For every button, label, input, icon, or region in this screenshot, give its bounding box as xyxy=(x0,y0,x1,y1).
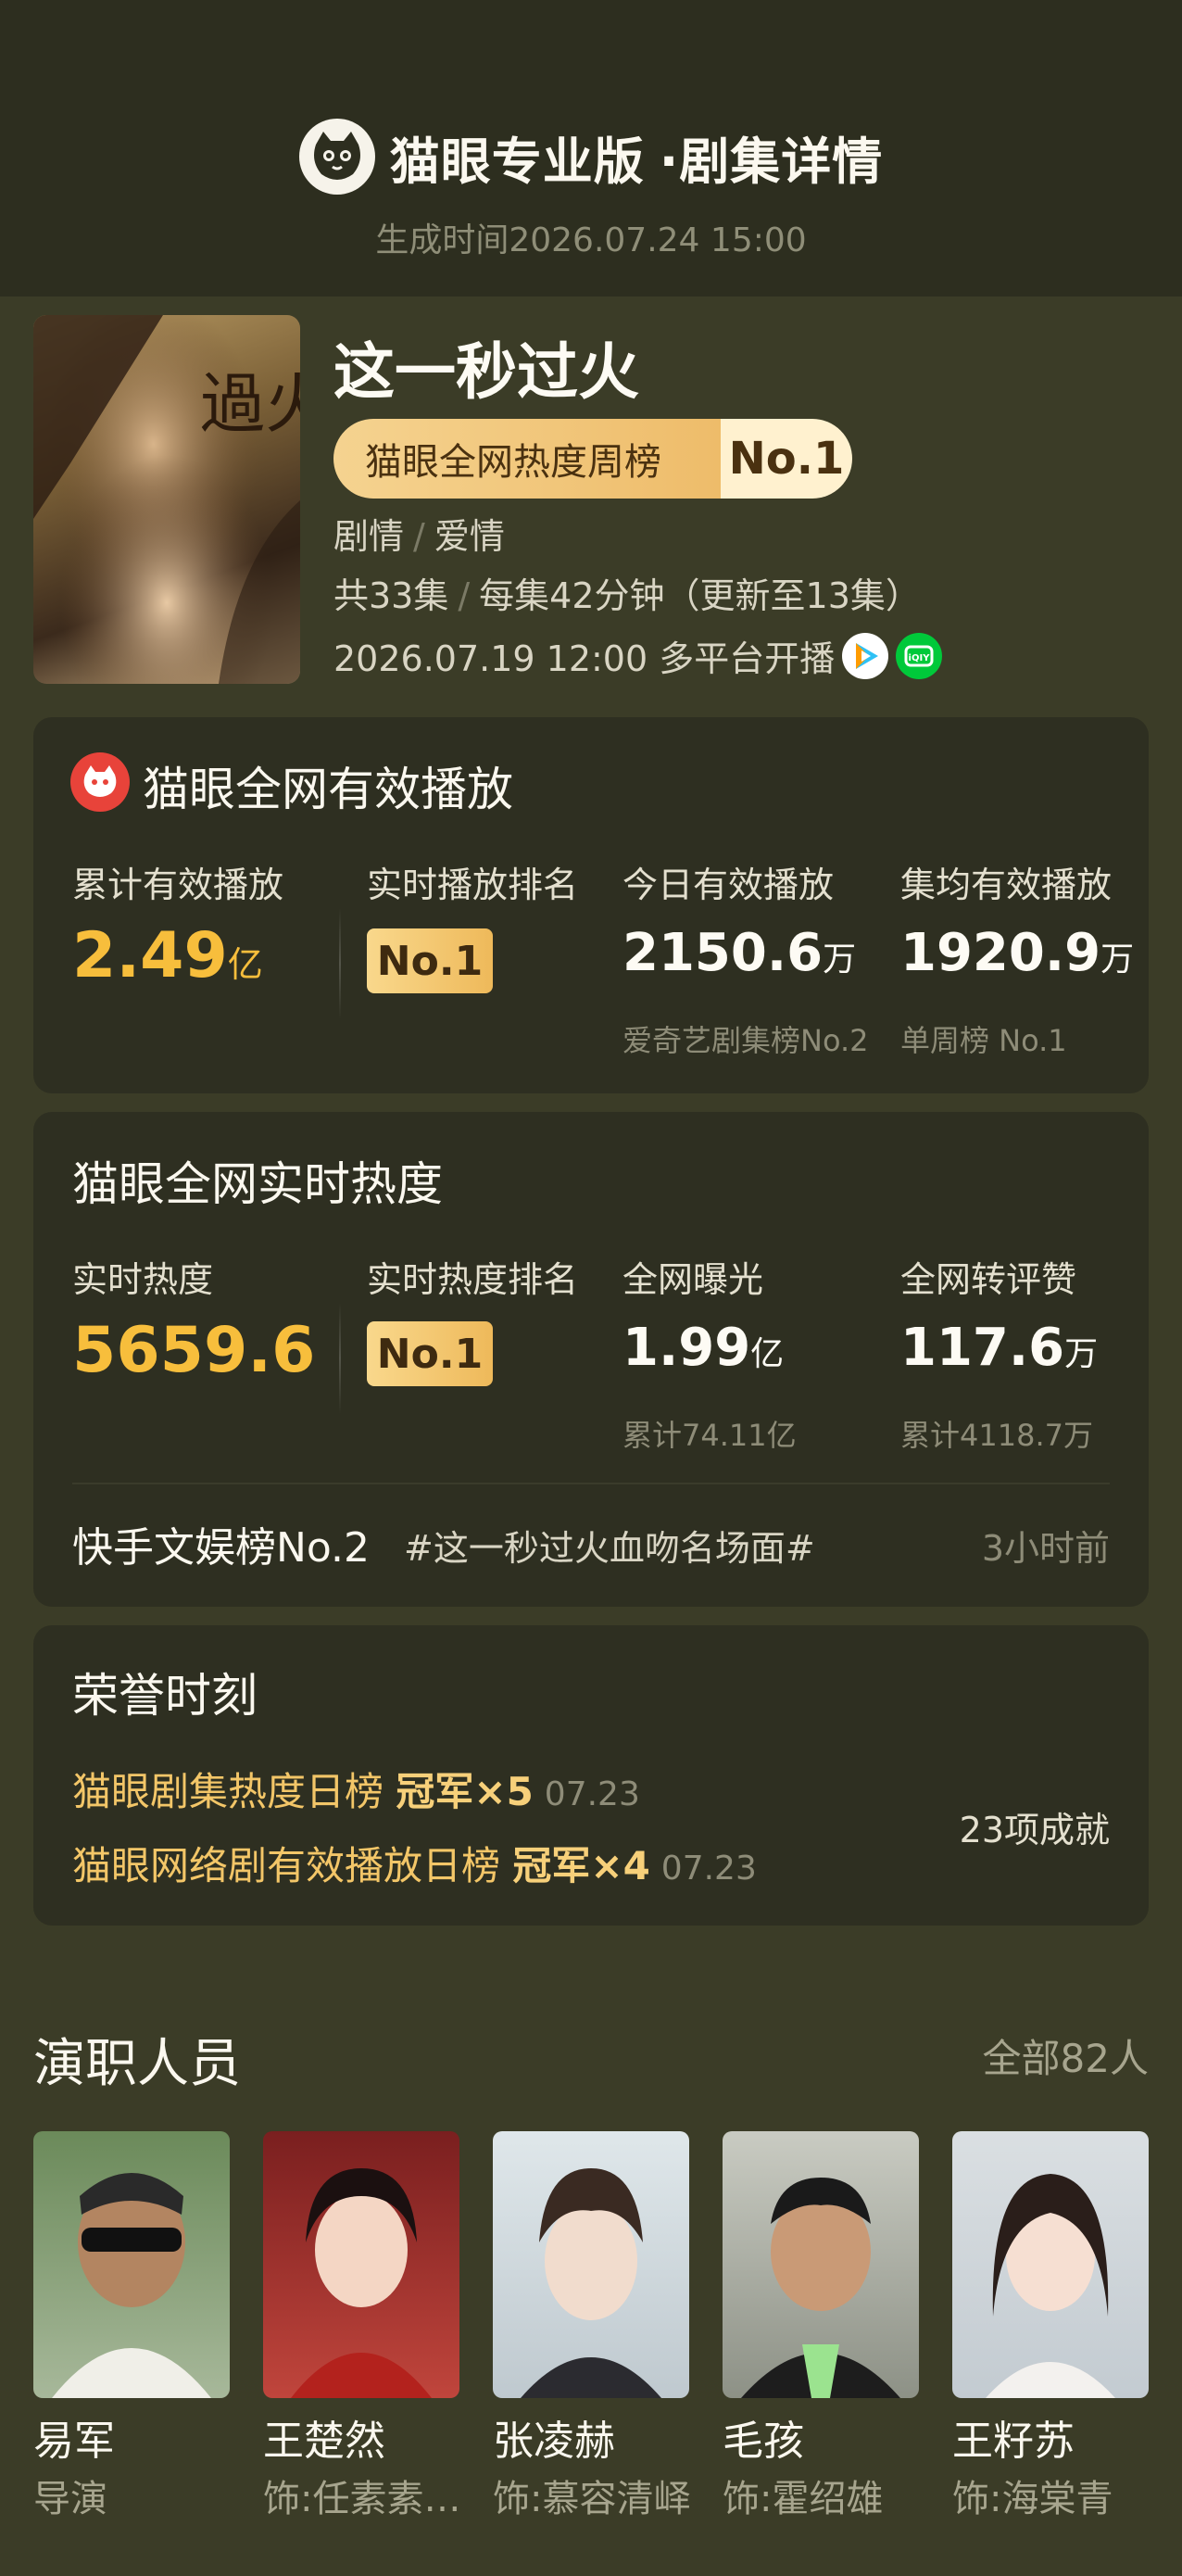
separator: / xyxy=(413,516,425,557)
today-value: 2150.6万 xyxy=(622,923,857,983)
today-label: 今日有效播放 xyxy=(622,865,835,905)
cumulative-value: 2.49亿 xyxy=(72,919,263,992)
episode-length: 每集42分钟（更新至13集） xyxy=(479,575,921,616)
genre-tag: 爱情 xyxy=(434,516,505,557)
avatar[interactable] xyxy=(263,2131,459,2398)
engagement-sub: 累计4118.7万 xyxy=(900,1418,1093,1453)
show-title: 这一秒过火 xyxy=(333,336,639,408)
cast-role: 饰:慕容清峄 xyxy=(493,2478,691,2520)
show-poster[interactable]: 過火 xyxy=(33,315,300,684)
cumulative-label: 累计有效播放 xyxy=(72,865,284,905)
engagement-value: 117.6万 xyxy=(900,1318,1099,1378)
premiere-info: 2026.07.19 12:00 多平台开播 iQIY xyxy=(333,630,943,681)
avg-label: 集均有效播放 xyxy=(900,865,1113,905)
exposure-sub: 累计74.11亿 xyxy=(622,1418,797,1453)
news-topic[interactable]: #这一秒过火血吻名场面# xyxy=(404,1520,815,1571)
honor-item: 猫眼网络剧有效播放日榜 冠军×4 07.23 xyxy=(72,1843,757,1888)
avatar[interactable] xyxy=(33,2131,230,2398)
cast-role: 饰:任素素/... xyxy=(263,2478,467,2520)
svg-text:iQIY: iQIY xyxy=(909,653,931,663)
brand-row: 猫眼专业版 ·剧集详情 xyxy=(0,115,1182,198)
cast-role: 饰:海棠青 xyxy=(952,2478,1113,2520)
episode-info: 共33集 / 每集42分钟（更新至13集） xyxy=(333,567,921,618)
header-bar: 猫眼专业版 ·剧集详情 生成时间2026.07.24 15:00 xyxy=(0,0,1182,297)
playback-card[interactable]: 猫眼全网有效播放 累计有效播放 2.49亿 实时播放排名 No.1 今日有效播放… xyxy=(33,717,1149,1093)
realtime-rank-badge: No.1 xyxy=(367,928,493,993)
today-sub: 爱奇艺剧集榜No.2 xyxy=(622,1023,869,1058)
premiere-text: 2026.07.19 12:00 多平台开播 xyxy=(333,638,836,679)
weekly-rank-badge[interactable]: 猫眼全网热度周榜 No.1 xyxy=(333,419,852,499)
divider xyxy=(339,1303,341,1414)
realtime-heat-label: 实时热度 xyxy=(72,1259,214,1300)
cast-all-link[interactable]: 全部82人 xyxy=(983,2027,1149,2084)
cast-name: 王籽苏 xyxy=(952,2418,1075,2465)
engagement-label: 全网转评赞 xyxy=(900,1259,1077,1300)
heat-rank-badge: No.1 xyxy=(367,1321,493,1386)
iqiyi-icon[interactable]: iQIY xyxy=(896,632,943,679)
exposure-label: 全网曝光 xyxy=(622,1259,764,1300)
genres: 剧情 / 爱情 xyxy=(333,508,505,559)
rank-badge-label: 猫眼全网热度周榜 xyxy=(333,419,721,499)
tencent-video-icon[interactable] xyxy=(842,632,889,679)
avatar[interactable] xyxy=(493,2131,689,2398)
avg-value: 1920.9万 xyxy=(900,923,1135,983)
cast-role: 饰:霍绍雄 xyxy=(723,2478,884,2520)
poster-title-text: 過火 xyxy=(200,366,300,442)
cast-section-title: 演职人员 xyxy=(33,2034,241,2094)
honors-title: 荣誉时刻 xyxy=(72,1669,258,1723)
divider xyxy=(339,908,341,1019)
achievements-count[interactable]: 23项成就 xyxy=(960,1801,1110,1852)
playback-title: 猫眼全网有效播放 xyxy=(143,763,513,816)
heat-card[interactable]: 猫眼全网实时热度 实时热度 5659.6 实时热度排名 No.1 全网曝光 1.… xyxy=(33,1112,1149,1607)
honor-item: 猫眼剧集热度日榜 冠军×5 07.23 xyxy=(72,1769,640,1814)
realtime-heat-value: 5659.6 xyxy=(72,1314,316,1387)
heat-rank-label: 实时热度排名 xyxy=(367,1259,579,1300)
realtime-rank-label: 实时播放排名 xyxy=(367,865,579,905)
app-title: 猫眼专业版 xyxy=(389,132,645,191)
avatar[interactable] xyxy=(723,2131,919,2398)
heat-title: 猫眼全网实时热度 xyxy=(72,1157,443,1211)
page-title: ·剧集详情 xyxy=(659,132,884,191)
cast-name: 王楚然 xyxy=(263,2418,385,2465)
cast-role: 导演 xyxy=(33,2478,107,2520)
divider xyxy=(72,1483,1110,1484)
episode-count: 共33集 xyxy=(333,575,449,616)
honors-card[interactable]: 荣誉时刻 猫眼剧集热度日榜 冠军×5 07.23 猫眼网络剧有效播放日榜 冠军×4… xyxy=(33,1625,1149,1926)
cast-name: 张凌赫 xyxy=(493,2418,615,2465)
maoyan-red-cat-icon xyxy=(70,752,130,812)
cast-name: 易军 xyxy=(33,2418,115,2465)
separator: / xyxy=(458,575,471,616)
avatar[interactable] xyxy=(952,2131,1149,2398)
cast-name: 毛孩 xyxy=(723,2418,804,2465)
generated-time: 生成时间2026.07.24 15:00 xyxy=(375,221,807,259)
avg-sub: 单周榜 No.1 xyxy=(900,1023,1067,1058)
maoyan-cat-logo-icon xyxy=(298,119,375,195)
news-rank: 快手文娱榜No.2 xyxy=(72,1524,371,1572)
news-time: 3小时前 xyxy=(981,1528,1110,1569)
exposure-value: 1.99亿 xyxy=(622,1318,785,1378)
rank-badge-value: No.1 xyxy=(721,419,852,499)
genre-tag: 剧情 xyxy=(333,516,405,557)
